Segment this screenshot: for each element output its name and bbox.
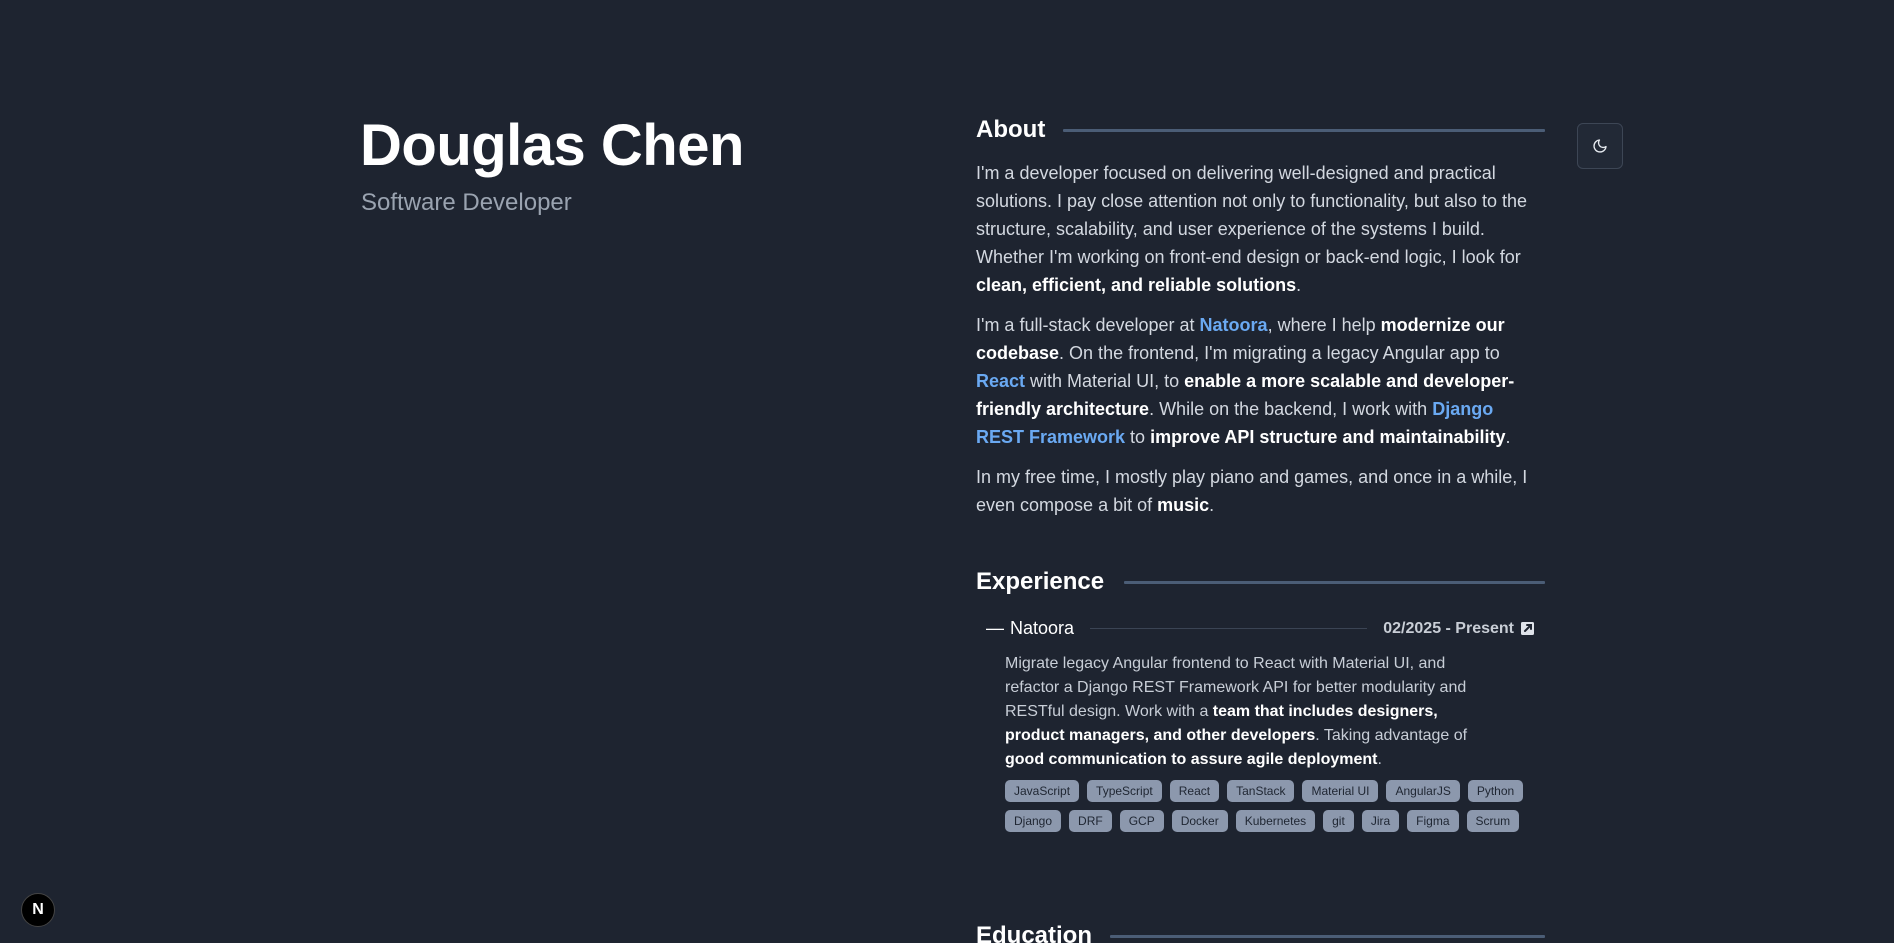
emphasis-text: music bbox=[1157, 495, 1210, 515]
skill-tag: JavaScript bbox=[1005, 780, 1080, 802]
emphasis-text: good communication to assure agile deplo… bbox=[1005, 751, 1378, 768]
skill-tag: Django bbox=[1005, 810, 1062, 832]
about-paragraph-3: In my free time, I mostly play piano and… bbox=[976, 463, 1536, 519]
subtitle: Software Developer bbox=[361, 189, 572, 216]
education-heading: Education bbox=[976, 922, 1545, 943]
body-text: to bbox=[1125, 427, 1151, 447]
body-text: . On the frontend, I'm migrating a legac… bbox=[1059, 343, 1500, 363]
experience-title: Experience bbox=[976, 568, 1105, 595]
page-title: Douglas Chen bbox=[360, 113, 744, 178]
experience-item-header: — Natoora 02/2025 - Present bbox=[986, 618, 1514, 639]
external-link-icon[interactable] bbox=[1520, 620, 1536, 636]
about-paragraph-2: I'm a full-stack developer at Natoora, w… bbox=[976, 311, 1536, 451]
skill-tag: TypeScript bbox=[1087, 780, 1162, 802]
experience-dates: 02/2025 - Present bbox=[1383, 619, 1514, 637]
skill-tag: Python bbox=[1467, 780, 1524, 802]
body-text: , where I help bbox=[1267, 315, 1381, 335]
skill-tag: AngularJS bbox=[1386, 780, 1460, 802]
section-rule bbox=[1110, 934, 1545, 938]
experience-dash: — bbox=[986, 618, 1004, 638]
skill-tag: TanStack bbox=[1227, 780, 1295, 802]
body-text: . bbox=[1209, 495, 1215, 515]
inline-link[interactable]: React bbox=[976, 371, 1025, 391]
body-text: with Material UI, to bbox=[1025, 371, 1185, 391]
body-text: . While on the backend, I work with bbox=[1149, 399, 1433, 419]
nextjs-badge-button[interactable]: N bbox=[21, 893, 55, 927]
section-rule bbox=[1124, 580, 1545, 584]
skill-tag: Figma bbox=[1407, 810, 1459, 832]
about-heading: About bbox=[976, 116, 1545, 144]
body-text: I'm a developer focused on delivering we… bbox=[976, 163, 1528, 267]
skill-tag: Jira bbox=[1361, 810, 1400, 832]
body-text: . bbox=[1377, 751, 1382, 768]
experience-divider bbox=[1090, 628, 1368, 629]
about-paragraph-1: I'm a developer focused on delivering we… bbox=[976, 159, 1536, 299]
experience-company[interactable]: Natoora bbox=[1010, 618, 1074, 639]
education-title: Education bbox=[976, 922, 1093, 943]
body-text: . bbox=[1296, 275, 1302, 295]
emphasis-text: improve API structure and maintainabilit… bbox=[1150, 427, 1506, 447]
skill-tag: Kubernetes bbox=[1235, 810, 1316, 832]
emphasis-text: clean, efficient, and reliable solutions bbox=[976, 275, 1297, 295]
experience-tags: JavaScript TypeScript React TanStack Materia… bbox=[1005, 780, 1525, 832]
body-text: . Taking advantage of bbox=[1315, 727, 1468, 744]
skill-tag: Material UI bbox=[1302, 780, 1379, 802]
theme-toggle-button[interactable] bbox=[1577, 123, 1623, 169]
skill-tag: Scrum bbox=[1466, 810, 1520, 832]
inline-link[interactable]: Natoora bbox=[1200, 315, 1268, 335]
body-text: I'm a full-stack developer at bbox=[976, 315, 1200, 335]
skill-tag: Docker bbox=[1171, 810, 1228, 832]
about-title: About bbox=[976, 116, 1046, 143]
skill-tag: React bbox=[1169, 780, 1220, 802]
body-text: In my free time, I mostly play piano and… bbox=[976, 467, 1528, 515]
skill-tag: git bbox=[1323, 810, 1354, 832]
body-text: . bbox=[1505, 427, 1511, 447]
section-rule bbox=[1063, 128, 1545, 132]
skill-tag: GCP bbox=[1119, 810, 1164, 832]
moon-icon bbox=[1593, 139, 1607, 153]
skill-tag: DRF bbox=[1069, 810, 1112, 832]
experience-heading: Experience bbox=[976, 568, 1545, 596]
portfolio-page: Douglas Chen Software Developer About I'… bbox=[0, 0, 1894, 943]
experience-description: Migrate legacy Angular frontend to React… bbox=[1005, 652, 1495, 772]
